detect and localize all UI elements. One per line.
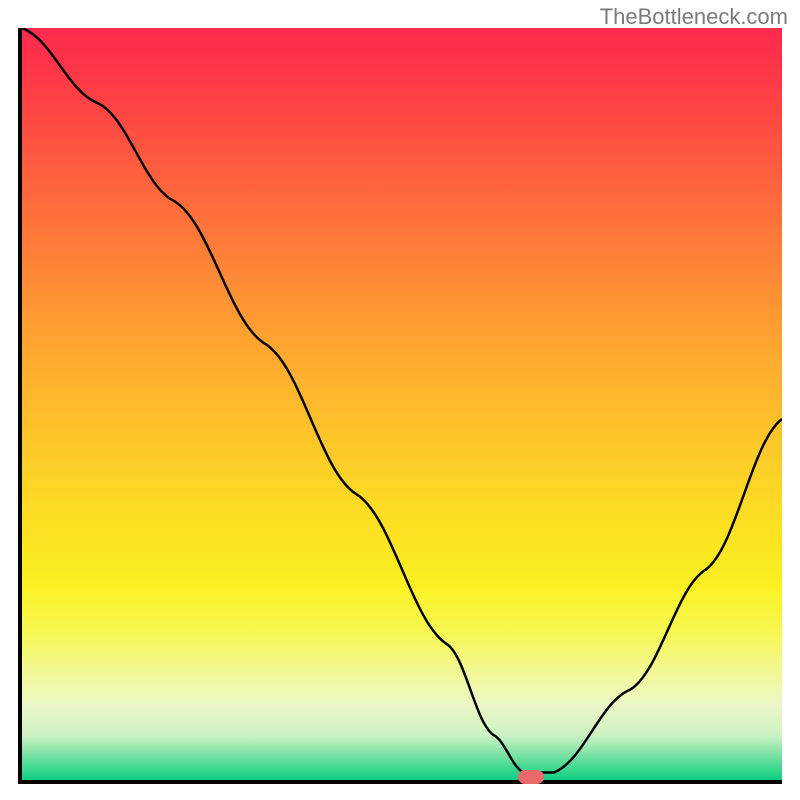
optimal-marker (518, 770, 544, 784)
watermark-text: TheBottleneck.com (600, 4, 788, 30)
plot-area (18, 28, 782, 784)
bottleneck-curve (22, 28, 782, 772)
bottleneck-curve-svg (22, 28, 782, 780)
